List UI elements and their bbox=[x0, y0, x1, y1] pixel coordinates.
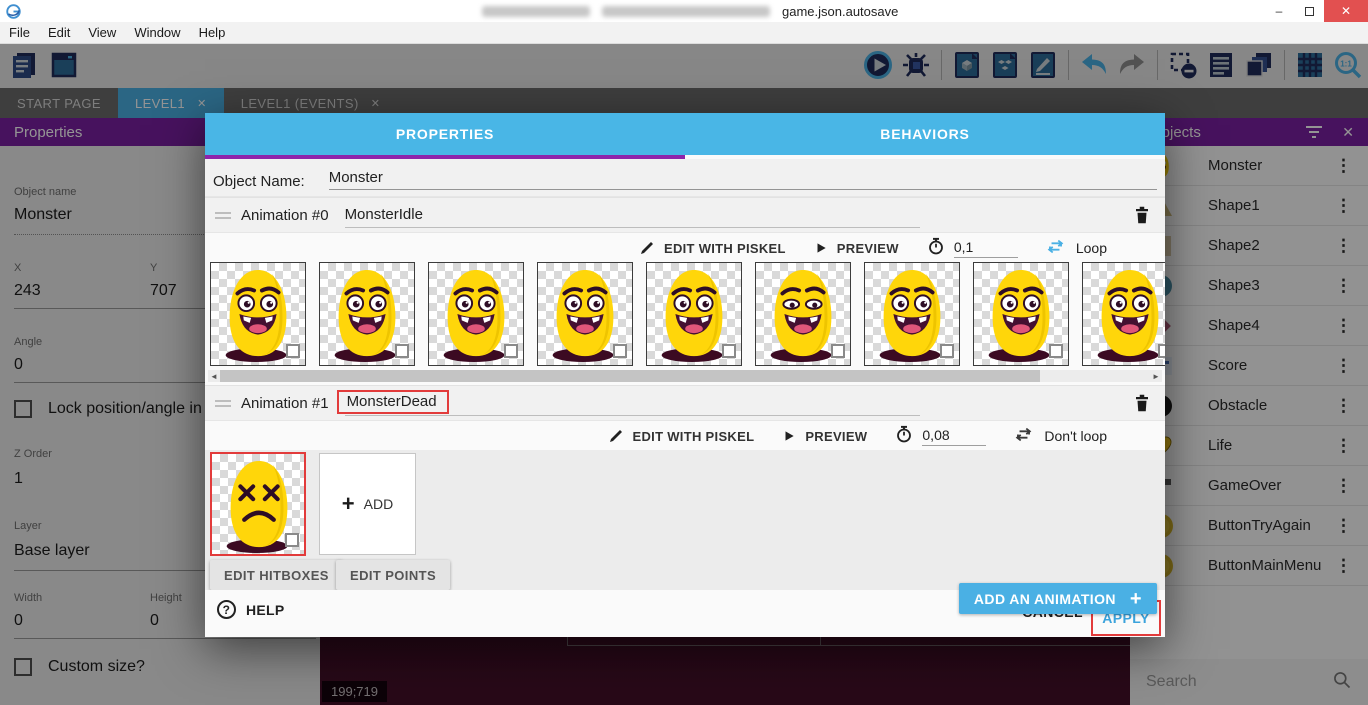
button-label: PREVIEW bbox=[805, 429, 867, 444]
dialog-tabs: PROPERTIES BEHAVIORS bbox=[205, 113, 1165, 155]
add-an-animation-button[interactable]: ADD AN ANIMATION + bbox=[959, 583, 1157, 614]
animation-frame-thumb[interactable] bbox=[1082, 262, 1165, 366]
menu-view[interactable]: View bbox=[79, 25, 125, 40]
frame-checkbox[interactable] bbox=[286, 344, 300, 358]
animation-1-controls: EDIT WITH PISKEL PREVIEW 0,08 Don't loop bbox=[608, 421, 1107, 451]
frame-checkbox[interactable] bbox=[940, 344, 954, 358]
stopwatch-icon bbox=[895, 425, 913, 448]
loop-toggle[interactable]: Loop bbox=[1046, 237, 1107, 259]
preview-button[interactable]: PREVIEW bbox=[814, 241, 899, 256]
object-editor-dialog: PROPERTIES BEHAVIORS Object Name: Monste… bbox=[205, 113, 1165, 637]
animation-0-frames bbox=[210, 262, 1165, 370]
animation-0-controls: EDIT WITH PISKEL PREVIEW 0,1 Loop bbox=[639, 233, 1107, 263]
tab-properties[interactable]: PROPERTIES bbox=[205, 113, 685, 155]
loop-icon bbox=[1046, 237, 1065, 259]
frame-checkbox[interactable] bbox=[1158, 344, 1165, 358]
frame-checkbox[interactable] bbox=[613, 344, 627, 358]
loop-icon bbox=[1014, 425, 1033, 447]
gdevelop-logo-icon bbox=[6, 4, 21, 19]
frame-checkbox[interactable] bbox=[1049, 344, 1063, 358]
menu-bar: FileEditViewWindowHelp bbox=[0, 22, 1368, 44]
edit-points-button[interactable]: EDIT POINTS bbox=[336, 560, 450, 590]
menu-window[interactable]: Window bbox=[125, 25, 189, 40]
gdevelop-window: game.json.autosave – ✕ FileEditViewWindo… bbox=[0, 0, 1368, 705]
animation-title: Animation #0 bbox=[241, 207, 329, 224]
time-between-frames-input[interactable]: 0,1 bbox=[954, 239, 1018, 258]
frame-checkbox[interactable] bbox=[504, 344, 518, 358]
frame-checkbox[interactable] bbox=[285, 533, 299, 547]
animation-frame-thumb[interactable] bbox=[537, 262, 633, 366]
window-title-text: game.json.autosave bbox=[782, 4, 898, 19]
time-between-frames-input[interactable]: 0,08 bbox=[922, 427, 986, 446]
tab-behaviors[interactable]: BEHAVIORS bbox=[685, 113, 1165, 155]
animation-1-frames: + ADD bbox=[210, 452, 416, 556]
redacted-title-text bbox=[482, 6, 590, 17]
object-name-row: Object Name: Monster bbox=[205, 159, 1165, 197]
plus-icon: + bbox=[1130, 591, 1142, 607]
animation-frame-thumb[interactable] bbox=[428, 262, 524, 366]
frames-scrollbar[interactable]: ◄ ► bbox=[208, 370, 1162, 382]
scroll-right-icon[interactable]: ► bbox=[1150, 372, 1162, 381]
animation-1-header-row: Animation #1 MonsterDead bbox=[205, 385, 1165, 421]
stopwatch-icon bbox=[927, 237, 945, 260]
close-button[interactable]: ✕ bbox=[1324, 0, 1368, 22]
preview-button[interactable]: PREVIEW bbox=[782, 429, 867, 444]
help-button[interactable]: ? HELP bbox=[217, 600, 285, 619]
edit-hitboxes-button[interactable]: EDIT HITBOXES bbox=[210, 560, 343, 590]
menu-file[interactable]: File bbox=[0, 25, 39, 40]
edit-with-piskel-button[interactable]: EDIT WITH PISKEL bbox=[639, 240, 786, 256]
animation-name-input[interactable]: MonsterIdle bbox=[345, 206, 423, 223]
window-title: game.json.autosave bbox=[482, 0, 898, 22]
time-between-frames: 0,08 bbox=[895, 425, 986, 448]
plus-icon: + bbox=[342, 495, 355, 513]
animation-frame-thumb[interactable] bbox=[319, 262, 415, 366]
redacted-title-path bbox=[602, 6, 770, 17]
delete-animation-button[interactable] bbox=[1131, 203, 1153, 227]
button-label: EDIT WITH PISKEL bbox=[633, 429, 755, 444]
animation-frame-thumb[interactable] bbox=[210, 452, 306, 556]
button-label: PREVIEW bbox=[837, 241, 899, 256]
time-between-frames: 0,1 bbox=[927, 237, 1018, 260]
animation-frame-thumb[interactable] bbox=[755, 262, 851, 366]
animation-frame-thumb[interactable] bbox=[973, 262, 1069, 366]
animation-frame-thumb[interactable] bbox=[864, 262, 960, 366]
help-label: HELP bbox=[246, 602, 285, 618]
drag-handle-icon[interactable] bbox=[215, 212, 231, 219]
animation-frame-thumb[interactable] bbox=[210, 262, 306, 366]
frame-checkbox[interactable] bbox=[831, 344, 845, 358]
loop-label: Don't loop bbox=[1044, 428, 1107, 444]
loop-label: Loop bbox=[1076, 240, 1107, 256]
window-controls: – ✕ bbox=[1264, 0, 1368, 22]
minimize-button[interactable]: – bbox=[1264, 0, 1294, 22]
animation-name-input-highlighted[interactable]: MonsterDead bbox=[337, 390, 449, 414]
add-frame-button[interactable]: + ADD bbox=[319, 453, 416, 555]
button-label: ADD AN ANIMATION bbox=[974, 591, 1116, 607]
animation-frame-thumb[interactable] bbox=[646, 262, 742, 366]
menu-edit[interactable]: Edit bbox=[39, 25, 79, 40]
delete-animation-button[interactable] bbox=[1131, 391, 1153, 415]
help-icon: ? bbox=[217, 600, 236, 619]
frame-checkbox[interactable] bbox=[395, 344, 409, 358]
scrollbar-thumb[interactable] bbox=[220, 370, 1040, 382]
button-label: EDIT WITH PISKEL bbox=[664, 241, 786, 256]
frame-checkbox[interactable] bbox=[722, 344, 736, 358]
scroll-left-icon[interactable]: ◄ bbox=[208, 372, 220, 381]
animation-title: Animation #1 bbox=[241, 395, 329, 412]
maximize-button[interactable] bbox=[1294, 0, 1324, 22]
title-bar: game.json.autosave – ✕ bbox=[0, 0, 1368, 22]
loop-toggle[interactable]: Don't loop bbox=[1014, 425, 1107, 447]
add-frame-label: ADD bbox=[364, 496, 394, 512]
edit-with-piskel-button[interactable]: EDIT WITH PISKEL bbox=[608, 428, 755, 444]
drag-handle-icon[interactable] bbox=[215, 400, 231, 407]
animation-0-header-row: Animation #0 MonsterIdle bbox=[205, 197, 1165, 233]
object-name-label: Object Name: bbox=[213, 173, 305, 190]
menu-help[interactable]: Help bbox=[190, 25, 235, 40]
object-name-input[interactable]: Monster bbox=[329, 169, 1157, 190]
